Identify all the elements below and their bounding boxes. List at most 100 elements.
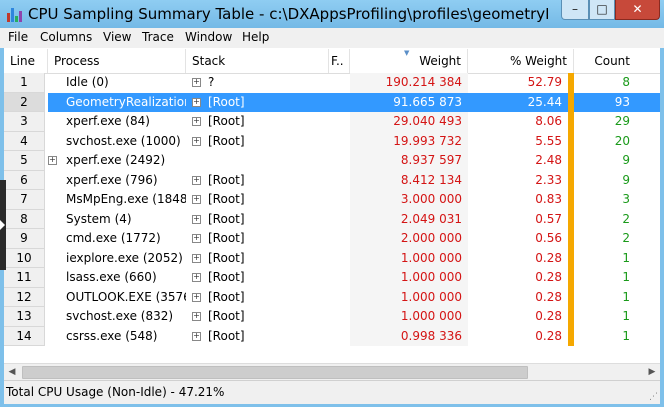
plus-box-icon[interactable]: + (192, 195, 201, 204)
row-stack-label: [Root] (208, 133, 245, 148)
plus-box-icon[interactable]: + (192, 136, 201, 146)
row-stack-label: [Root] (208, 192, 245, 206)
menu-bar: File Columns View Trace Window Help (0, 28, 664, 48)
app-window: CPU Sampling Summary Table - c:\DXAppsPr… (0, 0, 664, 407)
row-line-number: 6 (4, 170, 45, 190)
menu-view[interactable]: View (103, 30, 131, 44)
table-row[interactable]: 13 svchost.exe (832) + [Root] 1.000 000 0.28 1 (4, 307, 660, 327)
plus-box-icon[interactable]: + (192, 214, 201, 224)
row-count: 20 (614, 133, 630, 148)
row-pct-weight: 2.33 (535, 172, 562, 187)
maximize-button[interactable]: □ (589, 0, 615, 20)
plus-box-icon[interactable]: + (192, 331, 201, 341)
row-stack-label: [Root] (208, 172, 245, 187)
row-stack-label: [Root] (208, 114, 245, 128)
row-count: 3 (622, 192, 630, 206)
table-row[interactable]: 8 System (4) + [Root] 2.049 031 0.57 2 (4, 209, 660, 229)
row-process: GeometryRealization... (48, 92, 186, 112)
scroll-left-icon[interactable]: ◀ (4, 364, 20, 380)
row-stack: + [Root] (186, 327, 329, 347)
plus-box-icon[interactable]: + (192, 78, 201, 87)
table-row[interactable]: 2 GeometryRealization... + [Root] 91.665 873… (4, 92, 660, 112)
row-process-label: MsMpEng.exe (1848) (66, 192, 186, 206)
row-count: 1 (622, 328, 630, 343)
plus-box-icon[interactable]: + (48, 156, 57, 165)
table-row[interactable]: 4 svchost.exe (1000) + [Root] 19.993 732 5.55… (4, 131, 660, 151)
row-weight: 1.000 000 (350, 268, 468, 288)
row-f (329, 92, 350, 112)
row-f (329, 73, 350, 93)
column-header-stack[interactable]: Stack (186, 49, 329, 73)
row-stack: +? (186, 73, 329, 93)
row-weight: 1.000 000 (350, 248, 468, 268)
row-count: 9 (622, 172, 630, 187)
row-pct-weight: 25.44 (468, 92, 568, 112)
row-weight: 29.040 493 (350, 112, 468, 132)
scrollbar-thumb[interactable] (22, 366, 528, 379)
row-process-label: lsass.exe (660) (66, 270, 157, 284)
column-header-pct-weight[interactable]: % Weight (468, 49, 574, 73)
row-stack-label: [Root] (208, 231, 245, 245)
plus-box-icon[interactable]: + (192, 253, 201, 263)
row-count: 1 (622, 250, 630, 265)
table-row[interactable]: 7 MsMpEng.exe (1848) + [Root] 3.000 000 0.83 3 (4, 190, 660, 210)
row-process: xperf.exe (84) (48, 112, 186, 132)
row-pct-weight: 0.56 (535, 231, 562, 245)
menu-window[interactable]: Window (185, 30, 232, 44)
row-weight: 2.000 000 (350, 229, 468, 249)
row-stack: + [Root] (186, 190, 329, 210)
row-f (329, 190, 350, 210)
table-row[interactable]: 12 OUTLOOK.EXE (3576) + [Root] 1.000 000 0.28… (4, 287, 660, 308)
plus-box-icon[interactable]: + (192, 273, 201, 282)
plus-box-icon[interactable]: + (192, 97, 201, 107)
menu-file[interactable]: File (8, 30, 28, 44)
row-line-number: 9 (4, 229, 45, 249)
row-f (329, 171, 350, 191)
table-row[interactable]: 9 cmd.exe (1772) + [Root] 2.000 000 0.56 2 (4, 229, 660, 249)
column-header-line[interactable]: Line (4, 49, 48, 73)
row-weight: 2.049 031 (350, 209, 468, 229)
row-process-label: GeometryRealization... (66, 94, 186, 109)
row-pct-weight: 5.55 (535, 133, 562, 148)
menu-help[interactable]: Help (242, 30, 269, 44)
resize-grip-icon[interactable]: ⋰ (649, 392, 658, 402)
menu-trace[interactable]: Trace (142, 30, 174, 44)
minimize-button[interactable]: – (561, 0, 589, 20)
row-weight: 1.000 000 (350, 287, 468, 307)
row-pct-weight: 52.79 (527, 75, 562, 89)
row-pct-weight: 0.28 (535, 328, 562, 343)
table-row[interactable]: 5 xperf.exe (2492) 8.937 597 2.48 9 + (4, 151, 660, 171)
plus-box-icon[interactable]: + (192, 175, 201, 185)
plus-box-icon[interactable]: + (192, 292, 201, 302)
table-row[interactable]: 6 xperf.exe (796) + [Root] 8.412 134 2.33 9 (4, 170, 660, 191)
column-header-count[interactable]: Count (574, 49, 660, 73)
table-row[interactable]: 1 Idle (0) +? 190.214 384 52.79 8 (4, 73, 660, 93)
title-bar[interactable]: CPU Sampling Summary Table - c:\DXAppsPr… (0, 0, 664, 28)
menu-columns[interactable]: Columns (40, 30, 92, 44)
plus-box-icon[interactable]: + (192, 234, 201, 243)
row-process-label: xperf.exe (2492) (66, 153, 166, 167)
row-line-number: 1 (4, 73, 45, 93)
close-button[interactable]: ✕ (615, 0, 660, 20)
row-count: 2 (622, 211, 630, 226)
horizontal-scrollbar[interactable]: ◀ ▶ (4, 363, 660, 380)
row-process: OUTLOOK.EXE (3576) (48, 288, 186, 308)
row-f (329, 327, 350, 347)
table-row[interactable]: 3 xperf.exe (84) + [Root] 29.040 493 8.06 29 (4, 112, 660, 132)
table-row[interactable]: 10 iexplore.exe (2052) + [Root] 1.000 000 0.2… (4, 248, 660, 268)
plus-box-icon[interactable]: + (192, 117, 201, 126)
row-stack: + [Root] (186, 92, 329, 112)
table-row[interactable]: 14 csrss.exe (548) + [Root] 0.998 336 0.28 1 (4, 326, 660, 347)
row-stack (186, 151, 329, 171)
column-header-f[interactable]: F.. (329, 49, 350, 73)
row-process: csrss.exe (548) (48, 327, 186, 347)
plus-box-icon[interactable]: + (192, 312, 201, 321)
sort-descending-icon: ▼ (404, 49, 410, 57)
row-f (329, 268, 350, 288)
scroll-right-icon[interactable]: ▶ (644, 364, 660, 380)
column-header-process[interactable]: Process (48, 49, 186, 73)
row-process-label: iexplore.exe (2052) (66, 250, 183, 265)
table-row[interactable]: 11 lsass.exe (660) + [Root] 1.000 000 0.28 1 (4, 268, 660, 288)
row-process-label: cmd.exe (1772) (66, 231, 161, 245)
row-process: MsMpEng.exe (1848) (48, 190, 186, 210)
